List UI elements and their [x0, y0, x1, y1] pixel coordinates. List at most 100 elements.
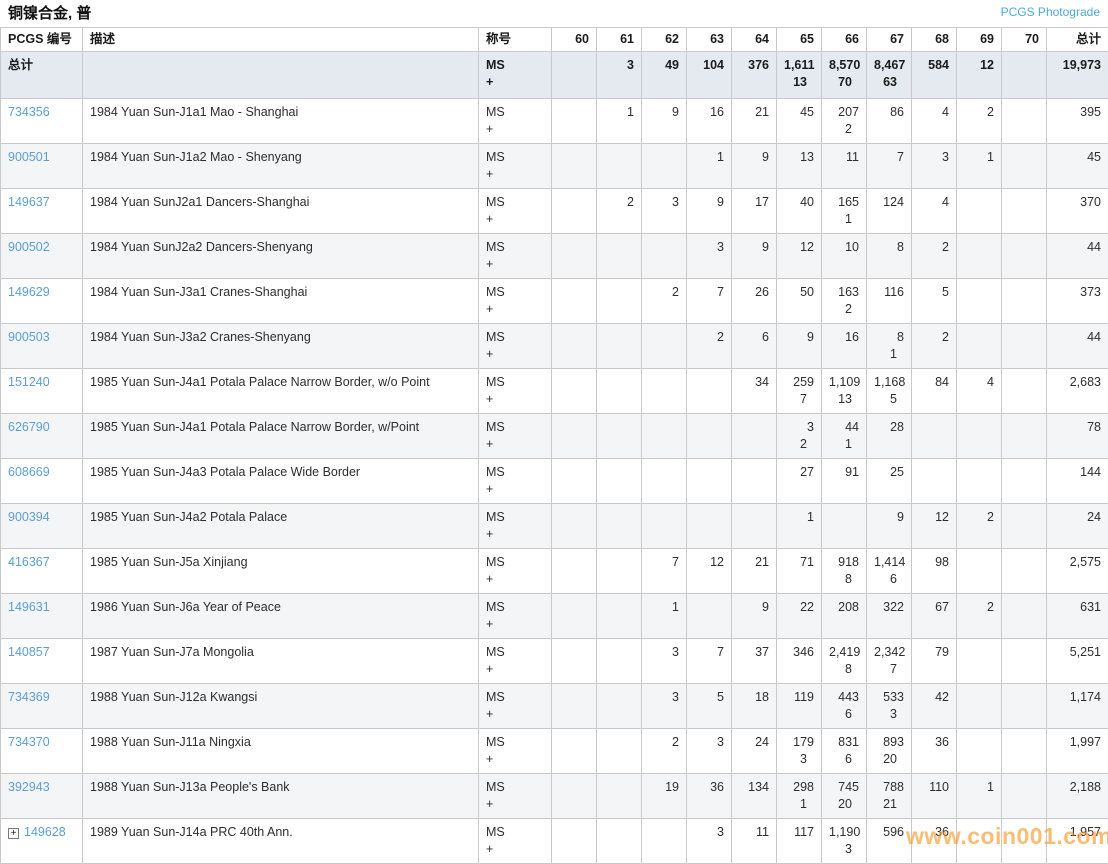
- col-header-grade-68: 68: [911, 27, 957, 52]
- table-row-151240: 151240 1985 Yuan Sun-J4a1 Potala Palace N…: [0, 368, 1108, 414]
- grade-value: 2: [987, 105, 994, 119]
- grade-cell-62: [641, 503, 687, 549]
- grade-value: 3: [942, 150, 949, 164]
- grade-cell-67: 25: [866, 458, 912, 504]
- grade-cell-63: 36: [686, 773, 732, 819]
- pcgs-number-link[interactable]: 151240: [8, 375, 50, 389]
- row-total-cell: 631: [1046, 593, 1108, 639]
- table-row-149637: 149637 1984 Yuan SunJ2a1 Dancers-Shanghai…: [0, 188, 1108, 234]
- col-header-grade-61: 61: [596, 27, 642, 52]
- grade-value: 119: [794, 690, 814, 704]
- grade-cell-69: 1: [956, 773, 1002, 819]
- designation-value: MS: [486, 735, 505, 749]
- pcgs-number-link[interactable]: 149628: [24, 825, 66, 839]
- grade-cell-66: 10: [821, 233, 867, 279]
- grade-plus-value: 70: [838, 75, 852, 89]
- grade-cell-61: [596, 548, 642, 594]
- top-bar: 铜镍合金, 普 PCGS Photograde: [0, 0, 1108, 27]
- pcgs-number-link[interactable]: 149631: [8, 600, 50, 614]
- description-cell: 1985 Yuan Sun-J5a Xinjiang: [82, 548, 479, 594]
- grade-cell-69: 1: [956, 143, 1002, 189]
- grade-cell-65: 27: [776, 458, 822, 504]
- grade-value: 259: [793, 375, 814, 389]
- grade-cell-66: 918 8: [821, 548, 867, 594]
- pcgs-number-link[interactable]: 900503: [8, 330, 50, 344]
- pcgs-number-link[interactable]: 734370: [8, 735, 50, 749]
- col-header-designation: 称号: [478, 27, 552, 52]
- pcgs-number-cell: 140857: [0, 638, 83, 684]
- grade-value: 16: [710, 105, 724, 119]
- pcgs-number-link[interactable]: 734369: [8, 690, 50, 704]
- pcgs-number-link[interactable]: 149629: [8, 285, 50, 299]
- pcgs-number-link[interactable]: 900501: [8, 150, 50, 164]
- totals-grade-65: 1,611 13: [776, 51, 822, 99]
- pcgs-number-link[interactable]: 392943: [8, 780, 50, 794]
- pcgs-number-cell: +149628: [0, 818, 83, 864]
- grade-value: 1,190: [829, 825, 861, 839]
- grade-cell-69: [956, 818, 1002, 864]
- grade-cell-69: [956, 323, 1002, 369]
- table-row-149629: 149629 1984 Yuan Sun-J3a1 Cranes-Shanghai…: [0, 278, 1108, 324]
- grade-plus-value: 20: [838, 797, 852, 811]
- col-header-grade-65: 65: [776, 27, 822, 52]
- pcgs-number-link[interactable]: 149637: [8, 195, 50, 209]
- grade-cell-67: 533 3: [866, 683, 912, 729]
- grade-cell-69: [956, 458, 1002, 504]
- grade-cell-64: 9: [731, 143, 777, 189]
- pcgs-number-link[interactable]: 900394: [8, 510, 50, 524]
- col-header-grade-67: 67: [866, 27, 912, 52]
- description-cell: 1985 Yuan Sun-J4a1 Potala Palace Narrow …: [82, 413, 479, 459]
- designation-plus: +: [486, 392, 494, 406]
- expand-icon[interactable]: +: [8, 828, 19, 839]
- grade-cell-68: 67: [911, 593, 957, 639]
- grade-value: 8: [897, 330, 904, 344]
- grade-cell-62: [641, 143, 687, 189]
- grade-value: 2: [672, 735, 679, 749]
- grade-cell-63: [686, 368, 732, 414]
- grade-value: 1: [717, 150, 724, 164]
- grade-value: 4: [942, 105, 949, 119]
- grade-value: 7: [717, 285, 724, 299]
- pcgs-number-link[interactable]: 626790: [8, 420, 50, 434]
- table-row-900394: 900394 1985 Yuan Sun-J4a2 Potala Palace MS…: [0, 503, 1108, 549]
- grade-cell-61: [596, 368, 642, 414]
- col-header-pcgs-number: PCGS 编号: [0, 27, 83, 52]
- grade-cell-63: 3: [686, 728, 732, 774]
- grade-value: 19: [665, 780, 679, 794]
- grade-cell-65: 40: [776, 188, 822, 234]
- pcgs-number-link[interactable]: 900502: [8, 240, 50, 254]
- grade-value: 21: [755, 105, 769, 119]
- grade-value: 3: [672, 645, 679, 659]
- grade-cell-70: [1001, 773, 1047, 819]
- grade-cell-60: [551, 233, 597, 279]
- grade-cell-67: 116: [866, 278, 912, 324]
- pcgs-number-link[interactable]: 140857: [8, 645, 50, 659]
- grade-value: 2: [717, 330, 724, 344]
- grade-value: 7: [897, 150, 904, 164]
- row-total-cell: 44: [1046, 233, 1108, 279]
- grade-value: 7: [717, 645, 724, 659]
- col-header-grade-63: 63: [686, 27, 732, 52]
- designation-plus: +: [486, 662, 494, 676]
- grade-cell-60: [551, 413, 597, 459]
- grade-cell-67: 596: [866, 818, 912, 864]
- totals-grade-63: 104: [686, 51, 732, 99]
- grade-value: 2,342: [874, 645, 906, 659]
- grade-cell-64: 17: [731, 188, 777, 234]
- grade-plus-value: 20: [883, 752, 897, 766]
- grade-value: 71: [800, 555, 814, 569]
- table-header-row: PCGS 编号 描述 称号 60 61 62 63 64 65 66 67 68 69 70 总计: [0, 27, 1108, 52]
- photograde-link[interactable]: PCGS Photograde: [1001, 5, 1100, 20]
- totals-description-cell: [82, 51, 479, 99]
- pcgs-number-link[interactable]: 608669: [8, 465, 50, 479]
- grade-cell-65: 298 1: [776, 773, 822, 819]
- grade-cell-69: [956, 413, 1002, 459]
- col-header-grade-62: 62: [641, 27, 687, 52]
- grade-cell-70: [1001, 278, 1047, 324]
- grade-cell-64: 18: [731, 683, 777, 729]
- pcgs-number-link[interactable]: 416367: [8, 555, 50, 569]
- designation-value: MS: [486, 105, 505, 119]
- totals-grade-61: 3: [596, 51, 642, 99]
- pcgs-number-link[interactable]: 734356: [8, 105, 50, 119]
- grade-value: 9: [762, 240, 769, 254]
